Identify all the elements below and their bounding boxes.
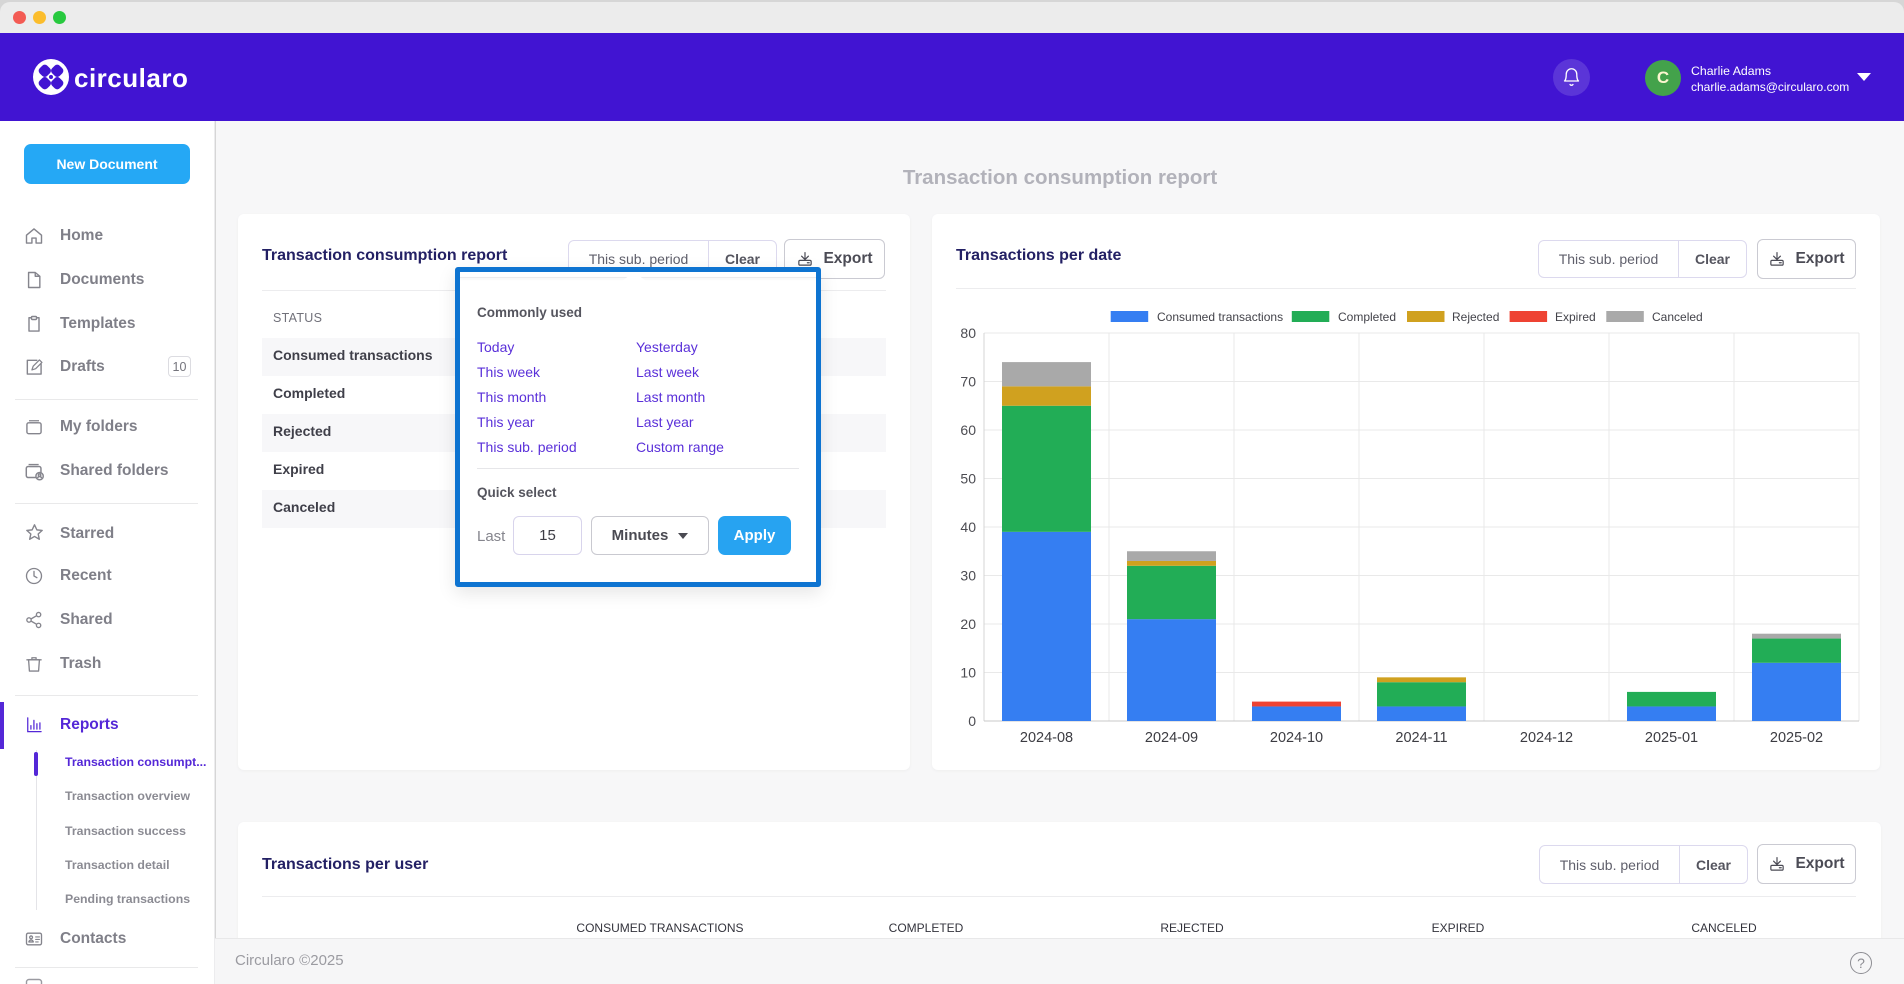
svg-text:40: 40 [960,519,976,535]
svg-text:2024-12: 2024-12 [1520,730,1573,746]
svg-text:10: 10 [960,665,976,681]
svg-text:2024-08: 2024-08 [1020,730,1073,746]
svg-text:2025-01: 2025-01 [1645,730,1698,746]
svg-text:Rejected: Rejected [1452,310,1499,324]
svg-text:50: 50 [960,471,976,487]
svg-text:2024-09: 2024-09 [1145,730,1198,746]
svg-text:2024-10: 2024-10 [1270,730,1323,746]
svg-text:60: 60 [960,422,976,438]
svg-text:70: 70 [960,374,976,390]
svg-text:80: 80 [960,325,976,341]
svg-text:Canceled: Canceled [1652,310,1703,324]
svg-text:Completed: Completed [1338,310,1396,324]
svg-text:Expired: Expired [1555,310,1596,324]
svg-text:2024-11: 2024-11 [1395,730,1447,746]
svg-text:20: 20 [960,616,976,632]
svg-text:30: 30 [960,568,976,584]
svg-text:Consumed transactions: Consumed transactions [1157,310,1283,324]
svg-text:0: 0 [968,713,976,729]
svg-text:2025-02: 2025-02 [1770,730,1823,746]
